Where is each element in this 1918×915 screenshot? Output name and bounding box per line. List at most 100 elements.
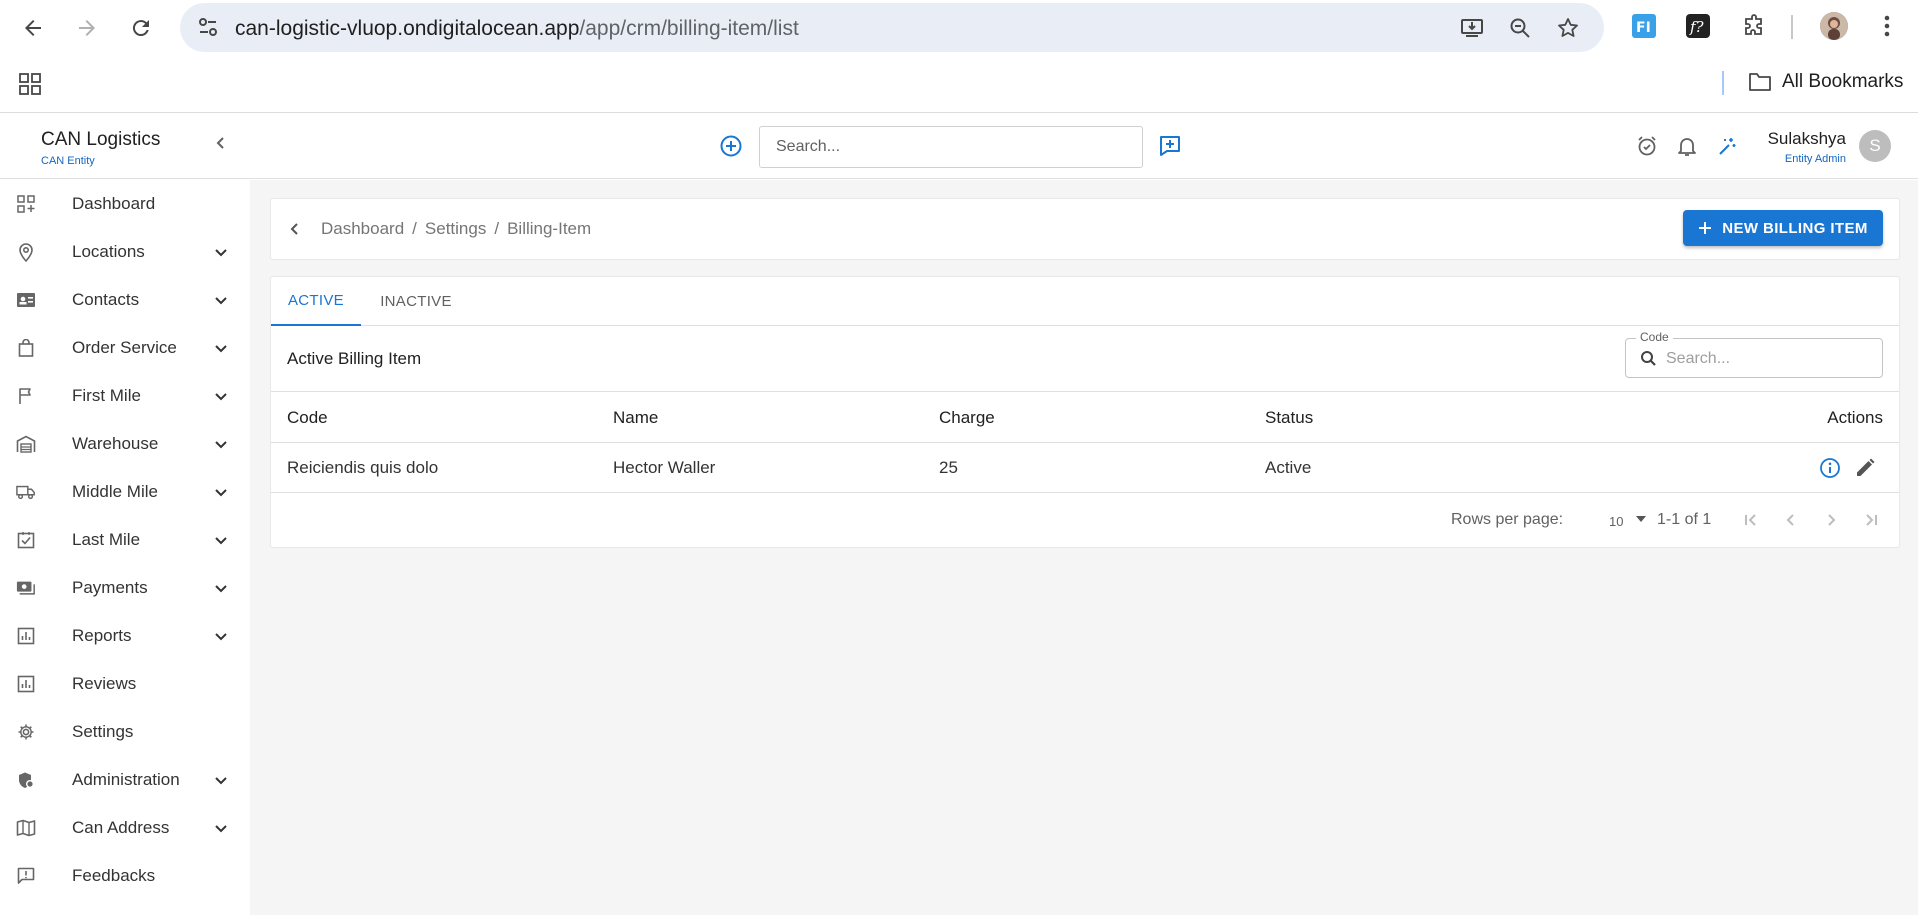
chevron-down-icon: [213, 580, 229, 596]
sidebar-item-first-mile[interactable]: First Mile: [0, 372, 250, 420]
back-icon[interactable]: [17, 12, 49, 44]
sidebar-item-middle-mile[interactable]: Middle Mile: [0, 468, 250, 516]
sidebar-item-reviews[interactable]: Reviews: [0, 660, 250, 708]
map-icon: [16, 818, 36, 838]
install-app-icon[interactable]: [1460, 16, 1484, 40]
sidebar-item-locations[interactable]: Locations: [0, 228, 250, 276]
rows-per-page-select[interactable]: 10: [1609, 514, 1623, 529]
truck-icon: [16, 482, 36, 502]
tab-inactive[interactable]: INACTIVE: [361, 277, 471, 326]
previous-page-icon[interactable]: [1781, 510, 1801, 530]
alarm-clock-icon[interactable]: [1636, 135, 1658, 157]
new-billing-item-button[interactable]: NEW BILLING ITEM: [1683, 210, 1883, 246]
add-circle-icon[interactable]: [719, 134, 743, 158]
plus-icon: [1699, 222, 1712, 234]
chevron-down-icon: [213, 292, 229, 308]
tab-active[interactable]: ACTIVE: [271, 277, 361, 326]
apps-grid-icon[interactable]: [18, 72, 42, 96]
add-box-icon[interactable]: [1158, 134, 1182, 158]
browser-toolbar: can-logistic-vluop.ondigitalocean.app/ap…: [0, 0, 1918, 55]
info-icon[interactable]: [1819, 457, 1841, 479]
cell-code: Reiciendis quis dolo: [287, 458, 439, 477]
sidebar-item-last-mile[interactable]: Last Mile: [0, 516, 250, 564]
bell-icon[interactable]: [1676, 135, 1698, 157]
address-bar[interactable]: can-logistic-vluop.ondigitalocean.app/ap…: [180, 3, 1604, 52]
column-header-name[interactable]: Name: [613, 408, 658, 428]
next-page-icon[interactable]: [1821, 510, 1841, 530]
bookmarks-bar: All Bookmarks: [0, 55, 1918, 113]
profile-avatar-icon[interactable]: [1820, 12, 1848, 40]
site-settings-icon[interactable]: [197, 16, 219, 38]
breadcrumb-separator: /: [412, 219, 417, 238]
url-host: can-logistic-vluop.ondigitalocean.app: [235, 17, 580, 40]
sidebar-item-warehouse[interactable]: Warehouse: [0, 420, 250, 468]
column-header-status[interactable]: Status: [1265, 408, 1313, 428]
location-pin-icon: [16, 242, 36, 262]
sidebar-item-order-service[interactable]: Order Service: [0, 324, 250, 372]
brand-subtitle: CAN Entity: [41, 155, 95, 167]
code-search-field[interactable]: Code: [1625, 330, 1883, 378]
chevron-down-icon: [213, 244, 229, 260]
sidebar-item-label: Order Service: [72, 338, 177, 357]
sidebar-item-contacts[interactable]: Contacts: [0, 276, 250, 324]
shopping-bag-icon: [16, 338, 36, 358]
first-page-icon[interactable]: [1741, 510, 1761, 530]
chevron-down-icon: [213, 820, 229, 836]
chevron-down-icon: [213, 484, 229, 500]
back-chevron-icon[interactable]: [287, 221, 303, 237]
sidebar-item-administration[interactable]: Administration: [0, 756, 250, 804]
checkbox-icon: [16, 530, 36, 550]
svg-text:f?: f?: [1689, 18, 1705, 36]
sidebar-item-payments[interactable]: Payments: [0, 564, 250, 612]
contact-card-icon: [16, 290, 36, 310]
sidebar-item-label: Dashboard: [72, 194, 156, 213]
zoom-out-icon[interactable]: [1508, 16, 1532, 40]
sidebar-item-settings[interactable]: Settings: [0, 708, 250, 756]
rows-per-page-label: Rows per page:: [1451, 511, 1564, 528]
edit-pencil-icon[interactable]: [1854, 457, 1876, 479]
caret-down-icon[interactable]: [1635, 515, 1647, 523]
extensions-puzzle-icon[interactable]: [1741, 13, 1767, 39]
breadcrumb-separator: /: [494, 219, 500, 238]
sidebar-item-reports[interactable]: Reports: [0, 612, 250, 660]
forward-icon[interactable]: [71, 12, 103, 44]
sidebar-item-label: Settings: [72, 722, 134, 741]
bar-chart-icon: [16, 626, 36, 646]
sidebar-item-can-address[interactable]: Can Address: [0, 804, 250, 852]
url-path: /app/crm/billing-item/list: [579, 17, 799, 40]
user-avatar[interactable]: S: [1859, 130, 1891, 162]
bookmark-star-icon[interactable]: [1556, 16, 1580, 40]
breadcrumb-dashboard[interactable]: Dashboard: [321, 219, 404, 239]
collapse-sidebar-icon[interactable]: [213, 135, 229, 151]
brand-title: CAN Logistics: [41, 129, 161, 150]
code-search-input[interactable]: [1666, 347, 1866, 371]
all-bookmarks-label: All Bookmarks: [1782, 71, 1904, 92]
last-page-icon[interactable]: [1861, 510, 1881, 530]
chevron-down-icon: [213, 532, 229, 548]
sidebar-item-label: Middle Mile: [72, 482, 158, 501]
column-header-charge[interactable]: Charge: [939, 408, 995, 428]
extension-fi-icon[interactable]: FI: [1631, 13, 1657, 39]
column-header-code[interactable]: Code: [287, 408, 328, 428]
sidebar-item-dashboard[interactable]: Dashboard: [0, 180, 250, 228]
browser-menu-icon[interactable]: [1874, 13, 1900, 39]
sidebar-item-label: Last Mile: [72, 530, 141, 549]
sidebar-item-feedbacks[interactable]: Feedbacks: [0, 852, 250, 900]
feedback-icon: [16, 866, 36, 886]
gear-icon: [16, 722, 36, 742]
global-search-input[interactable]: [759, 126, 1143, 168]
breadcrumb-settings[interactable]: Settings: [425, 219, 486, 239]
sidebar-item-label: Contacts: [72, 290, 140, 309]
sidebar-item-label: First Mile: [72, 386, 141, 405]
magic-wand-icon[interactable]: [1716, 135, 1738, 157]
app-header: CAN Logistics CAN Entity Sulakshya Entit…: [0, 113, 1918, 179]
bookmarks-divider: [1722, 71, 1724, 95]
main-content: Dashboard / Settings / Billing-Item NEW …: [250, 180, 1918, 915]
reviews-icon: [16, 674, 36, 694]
flag-icon: [16, 386, 36, 406]
extension-formula-icon[interactable]: f?: [1685, 13, 1711, 39]
table-row: Reiciendis quis dolo Hector Waller 25 Ac…: [271, 443, 1899, 493]
all-bookmarks-button[interactable]: All Bookmarks: [1748, 71, 1903, 93]
reload-icon[interactable]: [125, 12, 157, 44]
cell-charge: 25: [939, 458, 958, 477]
